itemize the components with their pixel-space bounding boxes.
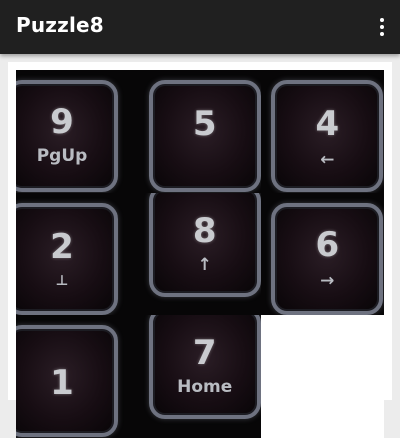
overflow-dot (380, 18, 384, 22)
key-face: 2 ⊥ (16, 202, 118, 315)
overflow-dot (380, 32, 384, 36)
puzzle-tile[interactable]: 9 PgUp (16, 70, 139, 193)
tile-sub-label: ← (320, 150, 335, 170)
tile-number: 8 (192, 210, 217, 251)
puzzle-tile[interactable]: 5 (138, 70, 262, 193)
puzzle-tile[interactable]: 6 → (261, 192, 384, 316)
tile-sub-label: ⊥ (55, 272, 69, 289)
key-face: 8 ↑ (148, 192, 261, 297)
puzzle-board: 9 PgUp 5 4 ← 2 ⊥ 8 ↑ 6 → 1 7 Home (16, 70, 384, 438)
overflow-dot (380, 25, 384, 29)
empty-slot[interactable] (261, 315, 384, 438)
tile-sub-label: → (320, 270, 335, 291)
puzzle-tile[interactable]: 2 ⊥ (16, 192, 139, 316)
key-face: 5 (148, 80, 261, 192)
tile-number: 1 (50, 363, 74, 404)
key-face: 9 PgUp (16, 80, 118, 192)
tile-number: 7 (192, 333, 217, 374)
puzzle-tile[interactable]: 1 (16, 315, 139, 438)
tile-number: 6 (315, 224, 340, 265)
key-face: 7 Home (148, 315, 261, 420)
key-face: 1 (16, 325, 118, 438)
puzzle-tile[interactable]: 7 Home (138, 315, 262, 438)
key-face: 4 ← (271, 80, 384, 192)
tile-sub-label: Home (177, 377, 233, 398)
key-face: 6 → (271, 202, 384, 315)
app-title: Puzzle8 (16, 13, 104, 37)
puzzle-tile[interactable]: 4 ← (261, 70, 384, 193)
overflow-menu-icon[interactable] (374, 13, 390, 41)
app-bar: Puzzle8 (0, 0, 400, 54)
tile-sub-label: ↑ (197, 254, 212, 275)
tile-number: 5 (192, 104, 217, 144)
tile-number: 2 (50, 226, 74, 267)
puzzle-tile[interactable]: 8 ↑ (138, 192, 262, 316)
tile-number: 4 (315, 104, 340, 144)
tile-sub-label: PgUp (36, 146, 88, 166)
tile-number: 9 (50, 102, 74, 142)
